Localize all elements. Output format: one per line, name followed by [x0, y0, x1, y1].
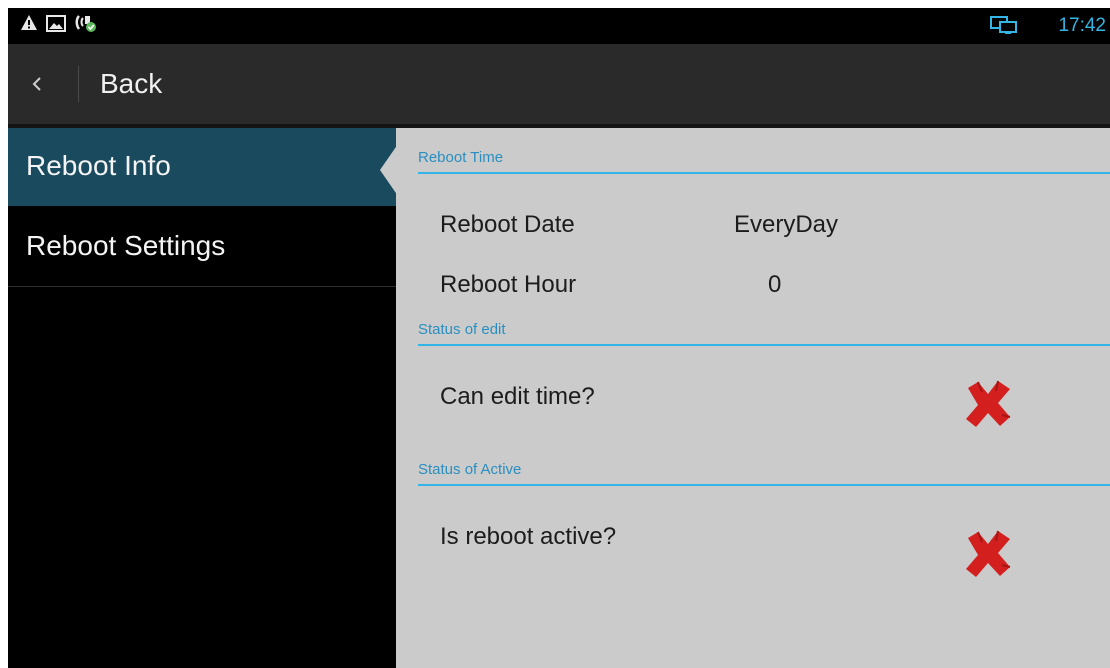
section-rule: [418, 172, 1110, 174]
red-x-icon: [960, 378, 1016, 430]
section-title: Status of edit: [418, 321, 506, 338]
device-screen: 17:42 Back Reboot Info Reboot Settings R…: [8, 8, 1110, 668]
gallery-icon: [46, 14, 66, 37]
sidebar: Reboot Info Reboot Settings: [8, 128, 396, 668]
back-divider: [78, 66, 79, 102]
section-title: Status of Active: [418, 461, 522, 478]
chevron-left-icon: [31, 74, 43, 98]
can-edit-time-label: Can edit time?: [440, 383, 595, 410]
reboot-hour-value: 0: [768, 271, 782, 298]
warning-icon: [20, 14, 38, 37]
action-bar: Back: [8, 44, 1110, 124]
sidebar-item-reboot-settings[interactable]: Reboot Settings: [8, 208, 396, 286]
back-label: Back: [100, 68, 163, 99]
section-rule: [418, 484, 1110, 486]
status-bar: 17:42: [8, 8, 1110, 44]
sidebar-item-label: Reboot Settings: [26, 230, 226, 261]
reboot-date-label: Reboot Date: [440, 211, 575, 238]
sidebar-item-label: Reboot Info: [26, 150, 171, 181]
reboot-date-value: EveryDay: [734, 211, 839, 238]
section-rule: [418, 344, 1110, 346]
is-reboot-active-label: Is reboot active?: [440, 523, 617, 550]
content-panel: Reboot Time Reboot Date EveryDay Reboot …: [396, 128, 1110, 668]
clock-time: 17:42: [1058, 15, 1106, 36]
sidebar-divider: [8, 286, 396, 287]
back-button[interactable]: Back: [8, 44, 208, 124]
section-header-status-edit: Status of edit: [418, 320, 1110, 346]
phone-status-icon: [74, 14, 98, 39]
screen-cast-icon: [990, 16, 1018, 41]
reboot-hour-label: Reboot Hour: [440, 271, 577, 298]
red-x-icon: [960, 528, 1016, 580]
section-title: Reboot Time: [418, 149, 504, 166]
section-header-status-active: Status of Active: [418, 460, 1110, 486]
section-header-reboot-time: Reboot Time: [418, 148, 1110, 174]
sidebar-item-reboot-info[interactable]: Reboot Info: [8, 128, 396, 206]
